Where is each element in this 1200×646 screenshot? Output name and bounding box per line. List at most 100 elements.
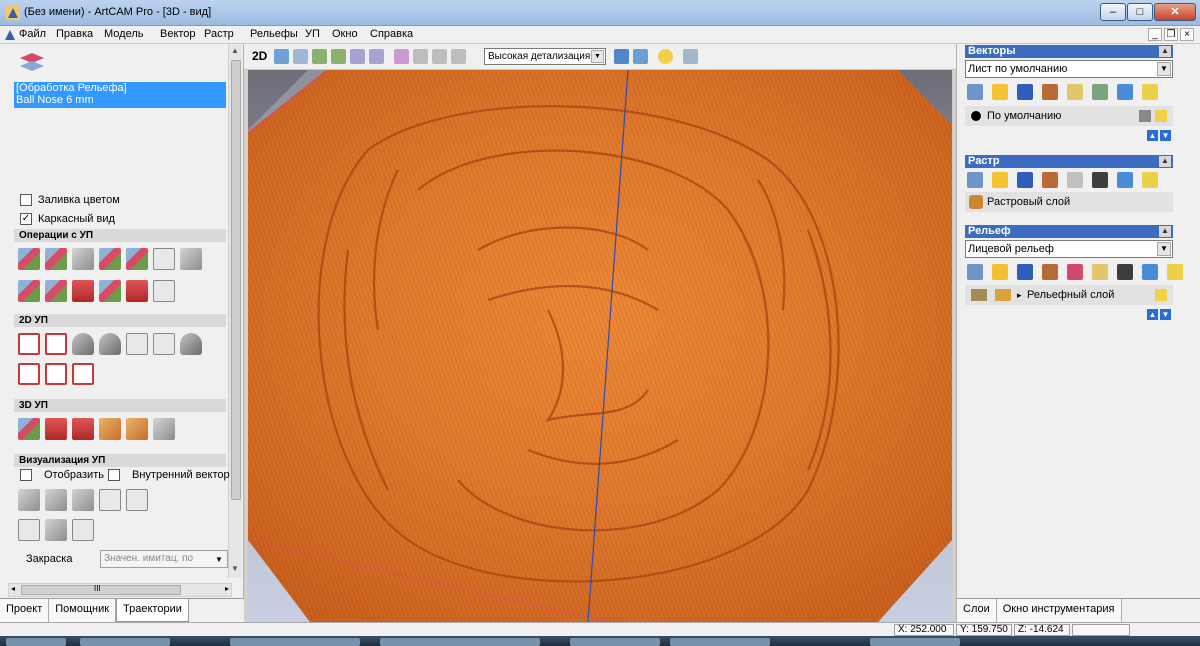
rotate-icon[interactable] [274,49,289,64]
scrollbar-thumb[interactable] [231,60,241,500]
open-bitmap-icon[interactable] [992,172,1008,188]
wireframe-checkbox[interactable]: ✓ [20,213,32,225]
layer-properties-icon[interactable] [1042,84,1058,100]
new-layer-icon[interactable] [967,84,983,100]
lightbulb-icon[interactable] [1155,289,1167,301]
tab-toolpaths[interactable]: Траектории [116,599,189,622]
lightbulb-icon[interactable] [1142,172,1158,188]
area-clearance-icon[interactable] [45,333,67,355]
fill-color-checkbox[interactable] [20,194,32,206]
relief-header[interactable]: Рельеф ▲ [965,225,1173,238]
detail-level-select[interactable]: Высокая детализация ▼ [484,48,606,65]
section-visualization[interactable]: Визуализация УП [14,454,226,467]
left-horizontal-scrollbar[interactable]: ◂ III ▸ [8,583,232,597]
tab-assistant[interactable]: Помощник [49,599,117,622]
chevron-down-icon[interactable]: ▼ [212,552,226,566]
chevron-down-icon[interactable]: ▼ [1157,62,1171,76]
zoom-fit-icon[interactable] [350,49,365,64]
delete-toolpath-icon[interactable] [99,248,121,270]
new-relief-layer-icon[interactable] [967,264,983,280]
delete-relief-icon[interactable] [1142,264,1158,280]
relief-layer-item[interactable]: ▸ Рельефный слой [965,285,1173,305]
scroll-down-arrow[interactable]: ▼ [231,564,239,573]
pencil-milling-icon[interactable] [99,418,121,440]
tab-layers[interactable]: Слои [957,599,997,622]
inner-vector-checkbox[interactable] [108,469,120,481]
hscroll-thumb[interactable]: III [21,584,181,595]
vector-layer-item[interactable]: По умолчанию [965,106,1173,126]
scroll-up-arrow[interactable]: ▲ [231,46,239,55]
scroll-left-arrow[interactable]: ◂ [11,584,15,593]
menu-window[interactable]: Окно [332,28,358,40]
inlay-toolpath-icon[interactable] [18,363,40,385]
toolpath-summary-icon[interactable] [153,280,175,302]
simulation-icon[interactable] [153,418,175,440]
tab-toolbox-window[interactable]: Окно инструментария [996,599,1122,622]
bitmap-merge-icon[interactable] [1067,172,1083,188]
save-layer-icon[interactable] [1017,84,1033,100]
simulate-toolpaths-icon[interactable] [72,489,94,511]
menu-toolpaths[interactable]: УП [305,28,320,40]
chevron-down-icon[interactable]: ▼ [1157,242,1171,256]
simulation-export-icon[interactable] [18,519,40,541]
taskbar-item[interactable] [570,638,660,646]
relief-select[interactable]: Лицевой рельеф ▼ [965,240,1173,258]
minimize-button[interactable]: – [1100,3,1126,21]
relief-render[interactable] [248,70,952,622]
bitmap-properties-icon[interactable] [1042,172,1058,188]
relief-combine-icon[interactable] [1067,264,1083,280]
menu-edit[interactable]: Правка [56,28,93,40]
pan-icon[interactable] [293,49,308,64]
iso-view-icon[interactable] [394,49,409,64]
engraving-icon[interactable] [126,333,148,355]
vector-sheet-select[interactable]: Лист по умолчанию ▼ [965,60,1173,78]
edit-toolpath-icon[interactable] [45,248,67,270]
lightbulb-icon[interactable] [1167,264,1183,280]
open-relief-icon[interactable] [992,264,1008,280]
scroll-right-arrow[interactable]: ▸ [225,584,229,593]
v-bit-carving-icon[interactable] [99,333,121,355]
relief-bake-icon[interactable] [1117,264,1133,280]
expand-arrow-icon[interactable]: ▸ [1017,285,1022,305]
zoom-in-icon[interactable] [312,49,327,64]
bevel-carving-icon[interactable] [180,333,202,355]
material-icon[interactable] [683,49,698,64]
drilling-icon[interactable] [72,333,94,355]
relief-mode-icon[interactable] [995,289,1011,301]
new-bitmap-layer-icon[interactable] [967,172,983,188]
chevron-down-icon[interactable]: ▼ [591,50,604,63]
bitmap-layer-item[interactable]: Растровый слой [965,192,1173,212]
section-3d-toolpaths[interactable]: 3D УП [14,399,226,412]
section-toolpath-ops[interactable]: Операции с УП [14,229,226,242]
pin-icon[interactable]: ▲ [1159,46,1171,57]
pin-icon[interactable]: ▲ [1159,156,1171,167]
taskbar-item[interactable] [380,638,540,646]
pin-icon[interactable]: ▲ [1159,226,1171,237]
move-down-icon[interactable]: ▼ [1160,130,1171,141]
rest-machining-icon[interactable] [72,418,94,440]
simulation-clear-icon[interactable] [72,519,94,541]
z-level-roughing-icon[interactable] [45,418,67,440]
layer-notes-icon[interactable] [1067,84,1083,100]
lightbulb-icon[interactable] [658,49,673,64]
menu-file[interactable]: Файл [19,28,46,40]
move-down-icon[interactable]: ▼ [1160,309,1171,320]
simulate-reset-icon[interactable] [126,489,148,511]
batch-toolpath-icon[interactable] [99,280,121,302]
toolpath-list-item[interactable]: [Обработка Рельефа] Ball Nose 6 mm [14,82,226,108]
delete-layer-icon[interactable] [1117,84,1133,100]
close-button[interactable]: ✕ [1154,3,1196,21]
taskbar-item[interactable] [230,638,360,646]
left-panel-scrollbar[interactable]: ▲ ▼ [228,44,242,578]
machine-relief-icon[interactable] [18,418,40,440]
mdi-restore-button[interactable]: ❐ [1164,28,1178,41]
menu-bitmap[interactable]: Растр [204,28,234,40]
save-relief-icon[interactable] [1017,264,1033,280]
mdi-minimize-button[interactable]: _ [1148,28,1162,41]
taskbar-item[interactable] [80,638,170,646]
display-checkbox[interactable] [20,469,32,481]
transform-toolpath-icon[interactable] [72,280,94,302]
simulate-step-icon[interactable] [99,489,121,511]
tool-database-icon[interactable] [180,248,202,270]
relief-properties-icon[interactable] [1042,264,1058,280]
